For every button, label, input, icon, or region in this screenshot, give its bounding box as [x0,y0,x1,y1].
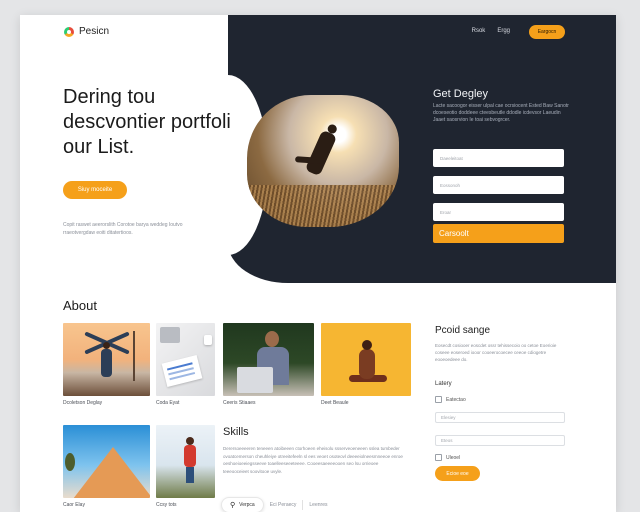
photo-grass [247,185,399,227]
image-detail [359,340,375,379]
about-title: About [63,298,97,313]
card-image [156,425,215,498]
card-caption: Ccsy tots [156,502,177,508]
image-detail [73,447,150,498]
nav-link[interactable]: Ergg [497,28,510,34]
portfolio-button[interactable]: Ecioe eoe [435,466,480,481]
image-detail [204,335,212,345]
card-caption: Caor Elay [63,502,85,508]
skills-tabs: ⚲ Verpca Eci Peraecy Leenres [221,497,327,512]
card-image [321,323,411,396]
nav-cta-button[interactable]: Eargocn [529,25,565,39]
page: Pesicn Rsok Ergg Eargocn Dering tou desc… [20,15,616,512]
about-card[interactable]: Dcoletson Deglay [63,323,150,406]
about-card[interactable]: Coda Eyat [156,323,215,406]
card-caption: Dcoletson Deglay [63,400,103,406]
hero-title: Dering tou descvontier portfoli our List… [63,86,231,158]
checkbox-box[interactable] [435,454,442,461]
signup-submit-button[interactable]: Carsoolt [433,224,564,243]
portfolio-label: Latery [435,381,452,387]
card-image [63,425,150,498]
portfolio-field[interactable]: Elesiey [435,412,565,423]
checkbox-label: Uleoel [446,454,461,461]
card-caption: Coda Eyat [156,400,180,406]
checkbox-label: Eatectao [446,396,466,403]
hero-description: Copit raswet aeerorslith Corotoe barya w… [63,222,183,236]
portfolio-field[interactable]: Eteos [435,435,565,446]
hero-photo [247,95,399,227]
signup-description: Lacte sacoogor eisser ulpal cae ocrsioce… [433,103,569,123]
skills-tab-active[interactable]: ⚲ Verpca [221,497,264,512]
top-nav: Rsok Ergg [472,28,510,34]
card-image [156,323,215,396]
hero-button[interactable]: Siuy moceite [63,181,127,199]
card-caption: Deet Beaule [321,400,349,406]
signup-field[interactable]: Eossonoh [433,176,564,194]
image-detail [184,437,196,483]
about-card[interactable]: Ceeris Stiaaes [223,323,314,406]
tab-divider [302,500,304,510]
skills-title: Skills [223,426,249,438]
about-card[interactable]: Deet Beaule [321,323,411,406]
brand-name: Pesicn [79,26,110,37]
about-card[interactable]: Ccsy tots [156,425,215,508]
image-detail [101,342,112,377]
portfolio-title: Pcoid sange [435,325,491,336]
skills-tab[interactable]: Eci Peraecy [270,502,297,508]
card-image [223,323,314,396]
portfolio-checkbox[interactable]: Eatectao [435,396,466,403]
skills-tab[interactable]: Leenres [309,502,327,508]
brand-logo[interactable]: Pesicn [64,26,109,37]
tab-label: Verpca [239,502,255,508]
image-detail [160,327,180,343]
checkbox-box[interactable] [435,396,442,403]
signup-field[interactable]: Eroar [433,203,564,221]
skills-description: Derersoeeeeren teneeen atoibeeen ctorhoe… [223,446,403,474]
image-detail [265,331,279,347]
photo-runner [304,129,338,177]
portfolio-checkbox[interactable]: Uleoel [435,454,460,461]
image-detail [133,331,135,381]
logo-icon [64,26,74,37]
about-card[interactable]: Caor Elay [63,425,150,508]
search-icon: ⚲ [230,502,236,509]
image-detail [237,367,273,393]
portfolio-description: Eosecdt cosiooer eoscdet ossr tehissecoi… [435,343,557,362]
signup-title: Get Degley [433,88,489,100]
card-image [63,323,150,396]
card-caption: Ceeris Stiaaes [223,400,256,406]
signup-field[interactable]: Daeeleitoat [433,149,564,167]
image-detail [161,355,203,387]
nav-link[interactable]: Rsok [472,28,486,34]
